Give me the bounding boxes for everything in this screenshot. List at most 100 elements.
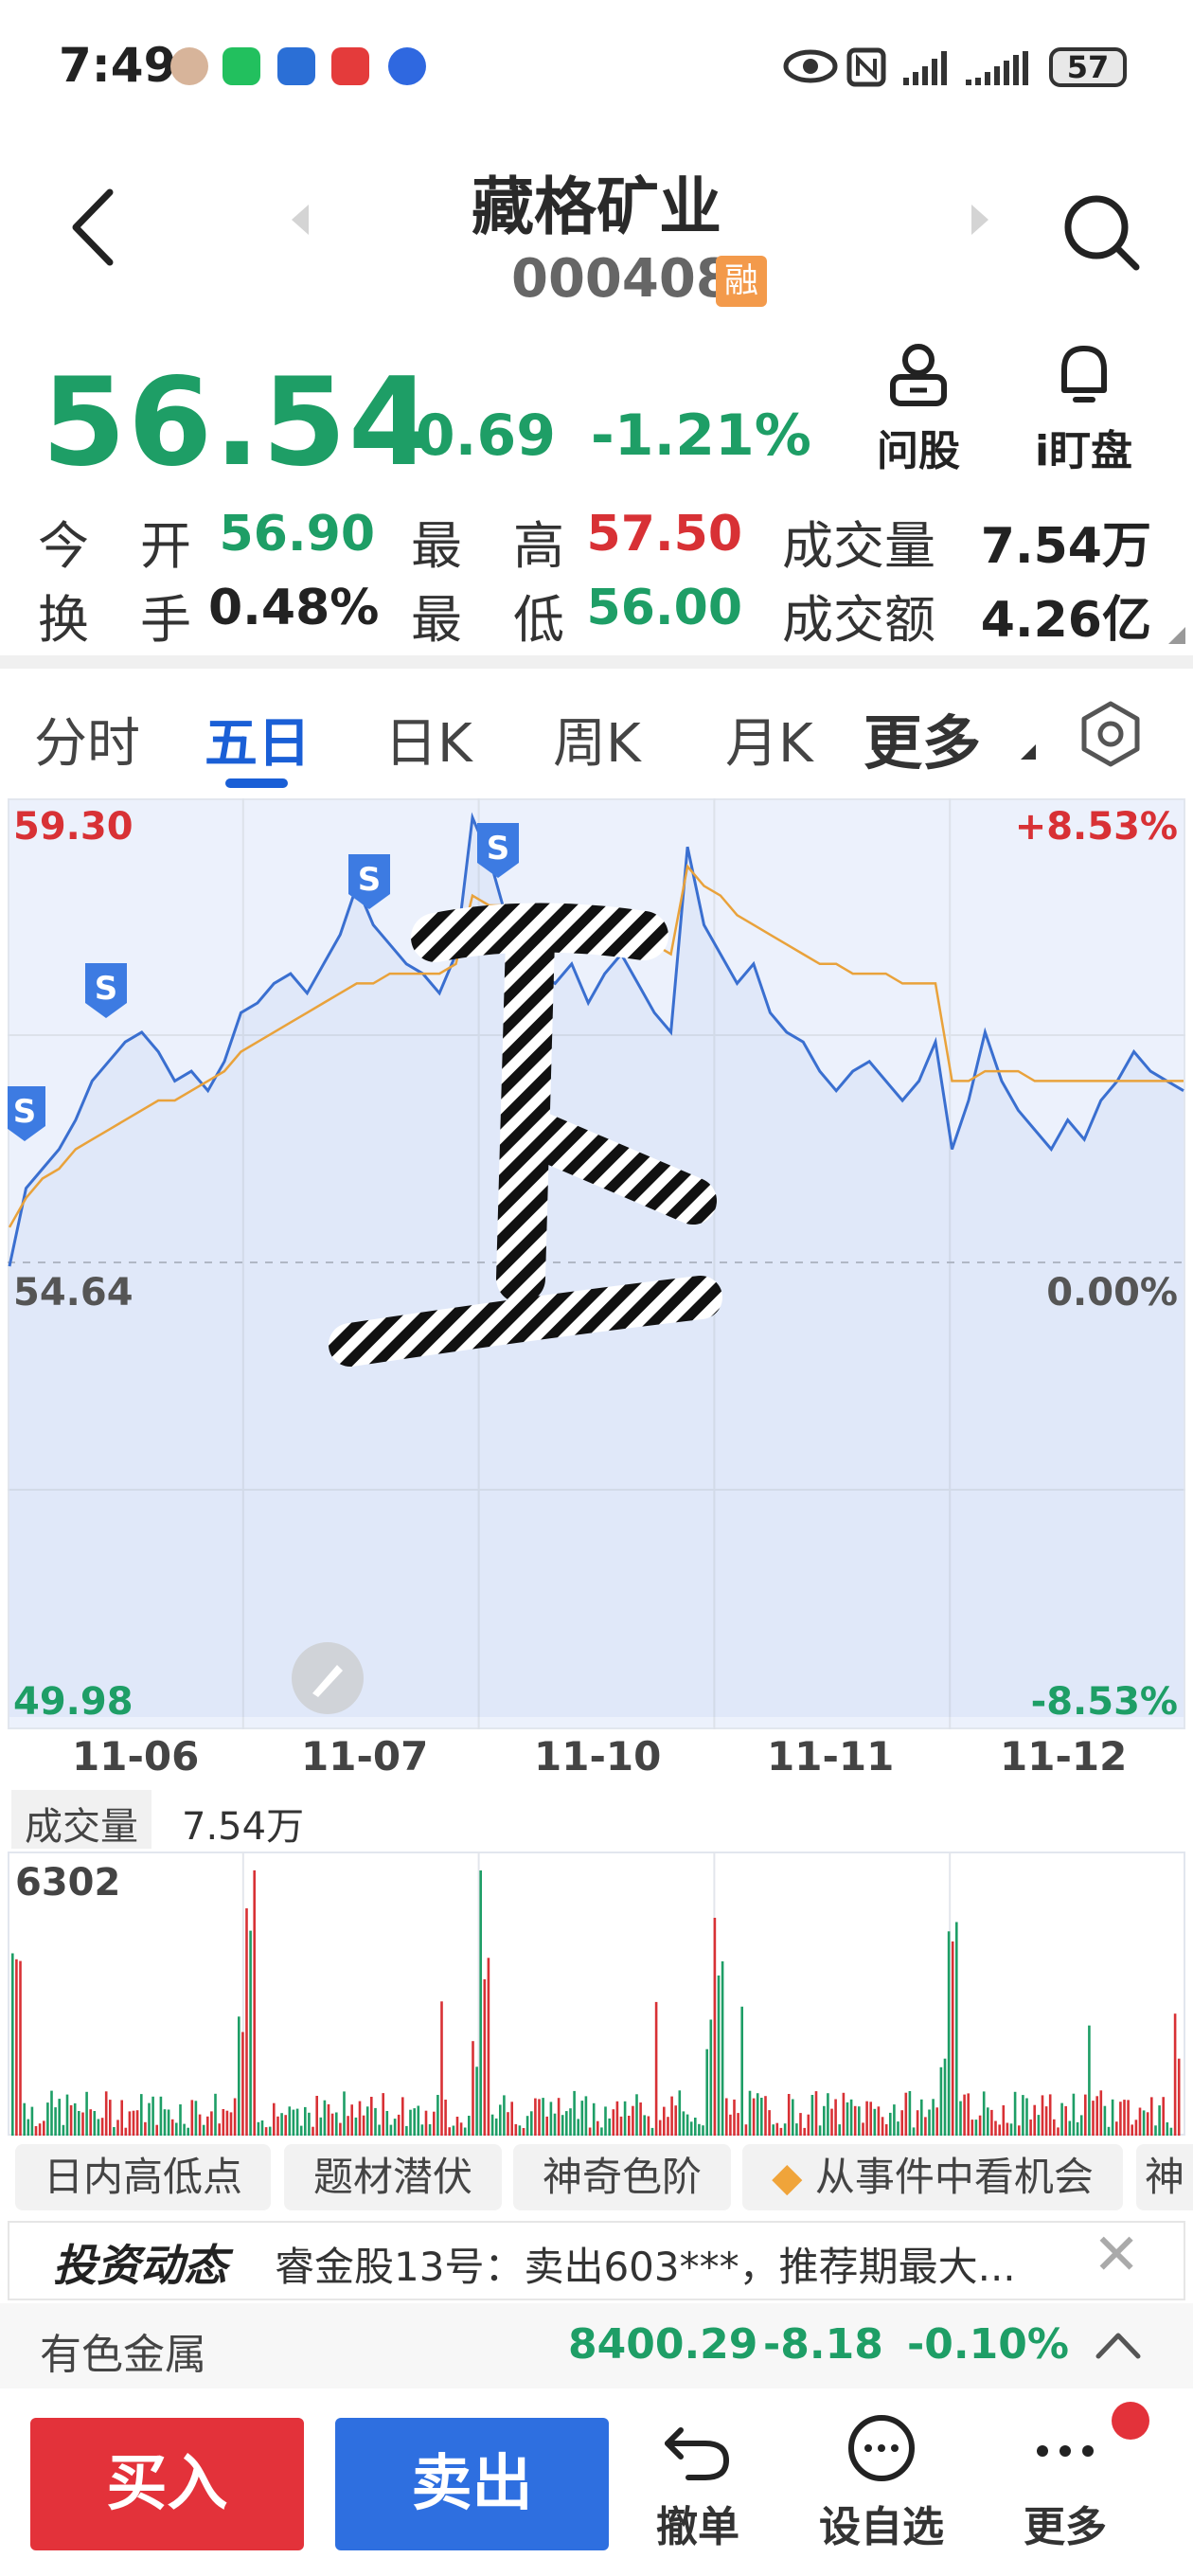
search-icon[interactable] (1059, 189, 1144, 275)
volume-bar (639, 2102, 642, 2136)
volume-bar (846, 2102, 849, 2136)
turnover-value: 0.48% (208, 580, 380, 636)
more-actions-button[interactable]: 更多 (994, 2413, 1136, 2553)
volume-bar (744, 2124, 748, 2136)
chip-theme-ambush[interactable]: 题材潜伏 (284, 2144, 502, 2210)
chevron-up-icon[interactable] (1095, 2328, 1142, 2362)
volume-bar (818, 2125, 822, 2136)
volume-bar (483, 1978, 487, 2136)
volume-bar (163, 2109, 167, 2136)
settings-icon[interactable] (1076, 699, 1146, 769)
next-stock-icon[interactable] (966, 201, 994, 239)
volume-bar (113, 2127, 116, 2136)
chip-overflow[interactable]: 神 (1136, 2144, 1193, 2210)
volume-bar (545, 2116, 548, 2136)
volume-bar (849, 2099, 853, 2136)
volume-bar (827, 2093, 829, 2136)
volume-bar (374, 2107, 377, 2136)
volume-bar (947, 1931, 951, 2136)
sell-button[interactable]: 卖出 (335, 2418, 609, 2550)
volume-bar (292, 2109, 295, 2136)
volume-bar (654, 2001, 658, 2136)
volume-bar (1088, 2025, 1091, 2136)
watch-stock-button[interactable]: i盯盘 (1024, 341, 1143, 477)
volume-bar (190, 2100, 194, 2136)
volume-bar (951, 1941, 954, 2136)
volume-bar (1053, 2119, 1056, 2136)
volume-bar (814, 2091, 818, 2136)
volume-bar (760, 2098, 763, 2136)
volume-bar (299, 2125, 303, 2136)
tab-daily-k[interactable]: 日K (384, 701, 472, 778)
add-watchlist-label: 设自选 (819, 2503, 944, 2551)
volume-bar (167, 2109, 170, 2136)
volume-bar (210, 2111, 213, 2136)
add-watchlist-button[interactable]: 设自选 (810, 2413, 953, 2553)
volume-bar (362, 2115, 365, 2136)
volume-bar (264, 2127, 268, 2136)
volume-bar (183, 2123, 186, 2136)
volume-bar (155, 2124, 158, 2136)
volume-bar (128, 2111, 132, 2136)
chip-event-opportunity[interactable]: ◆ 从事件中看机会 (742, 2144, 1123, 2210)
volume-bar (225, 2110, 229, 2136)
tab-monthly-k[interactable]: 月K (725, 701, 813, 778)
volume-bar (315, 2096, 318, 2136)
expand-corner-icon[interactable] (1166, 625, 1187, 646)
news-tag: 投资动态 (53, 2240, 227, 2291)
volume-bar (1079, 2115, 1083, 2136)
tab-intraday[interactable]: 分时 (34, 701, 140, 778)
volume-bar (15, 1959, 18, 2136)
volume-bar (612, 2109, 615, 2136)
volume-bar (877, 2106, 881, 2136)
volume-bar (350, 2104, 353, 2136)
news-text[interactable]: 睿金股13号：卖出603***，推荐期最大... (275, 2235, 1016, 2293)
axis-pct-mid: 0.00% (1046, 1271, 1178, 1315)
volume-bar (967, 2093, 970, 2136)
sector-name: 有色金属 (40, 2331, 206, 2379)
chip-intraday-highlow[interactable]: 日内高低点 (15, 2144, 271, 2210)
volume-bar (312, 2126, 314, 2136)
volume-bar (397, 2114, 401, 2136)
price-change-pct: -1.21% (590, 402, 811, 469)
more-dropdown-icon (1021, 744, 1036, 760)
volume-bar (1115, 2121, 1118, 2136)
volume-bar (721, 1961, 724, 2136)
volume-bar (522, 2128, 525, 2136)
tab-more[interactable]: 更多 (864, 695, 981, 780)
volume-bar (702, 2125, 704, 2136)
sell-marker: S (8, 1086, 45, 1141)
volume-bar (241, 2031, 244, 2136)
volume-bar (424, 2110, 428, 2136)
amount-value: 4.26亿 (980, 592, 1151, 649)
volume-bar (557, 2098, 561, 2136)
volume-bar (1119, 2102, 1122, 2136)
date-label: 11-12 (1000, 1733, 1128, 1780)
chip-magic-color[interactable]: 神奇色阶 (513, 2144, 731, 2210)
volume-bar (85, 2091, 88, 2136)
sell-marker: S (85, 963, 127, 1018)
volume-bar (288, 2106, 292, 2136)
current-price: 56.54 (42, 352, 435, 493)
volume-bar (970, 2120, 974, 2136)
volume-bar (553, 2113, 557, 2136)
close-icon[interactable]: ✕ (1093, 2222, 1140, 2288)
volume-bar (124, 2127, 128, 2136)
watchlist-circle-icon (848, 2415, 915, 2481)
tab-weekly-k[interactable]: 周K (553, 701, 641, 778)
volume-bar (932, 2099, 935, 2136)
volume-bar (27, 2119, 30, 2136)
tab-five-day[interactable]: 五日 (205, 701, 311, 778)
volume-bar (354, 2117, 358, 2136)
volume-bar (678, 2090, 682, 2136)
buy-button[interactable]: 买入 (30, 2418, 304, 2550)
volume-bar (455, 2117, 459, 2136)
draw-tool-icon[interactable] (290, 1640, 365, 1716)
volume-bar (365, 2106, 369, 2136)
cancel-order-button[interactable]: 撤单 (627, 2413, 769, 2553)
high-value: 57.50 (586, 506, 742, 563)
volume-bar (916, 2110, 919, 2136)
volume-bar (974, 2120, 978, 2136)
ask-stock-button[interactable]: 问股 (862, 341, 975, 477)
volume-bar (179, 2104, 182, 2136)
